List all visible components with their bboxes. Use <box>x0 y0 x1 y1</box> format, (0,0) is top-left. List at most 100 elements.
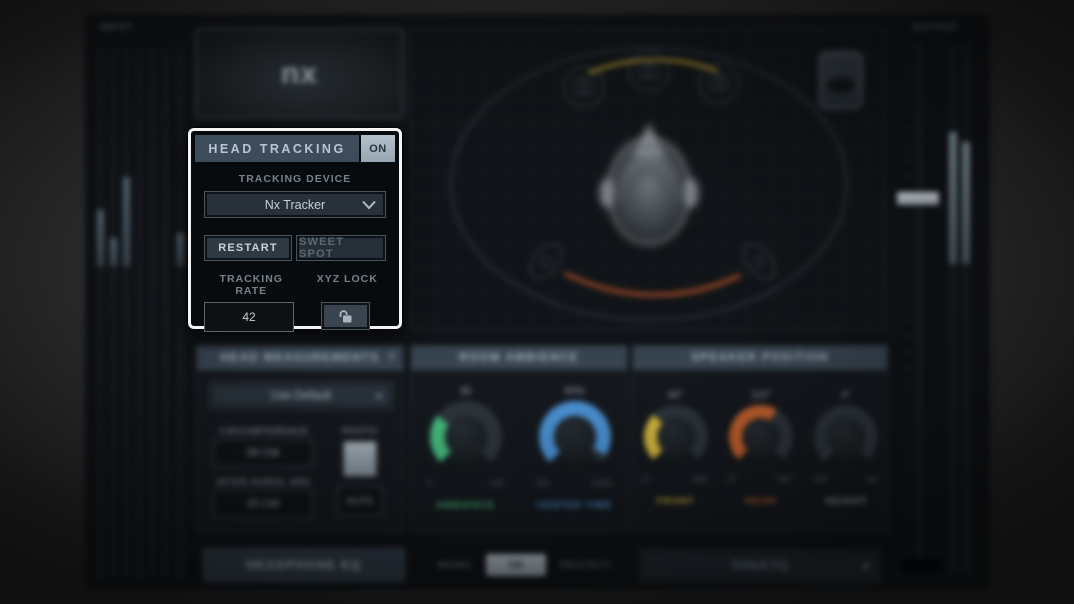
head-tracking-title: HEAD TRACKING <box>195 135 359 162</box>
knob-max: 100 <box>489 478 503 488</box>
room-ambience-title: ROOM AMBIENCE <box>459 352 578 364</box>
nx-logo-box: nx <box>195 28 404 119</box>
nx-logo: nx <box>281 57 318 91</box>
auto-button[interactable]: AUTO <box>337 486 383 516</box>
room-ambience-header: ROOM AMBIENCE <box>411 346 627 370</box>
listener-head <box>599 123 699 244</box>
rear-caption: REAR <box>746 496 777 507</box>
output-meter-level <box>949 132 957 264</box>
inter-aural-label: INTER-AURAL ARC <box>205 477 323 487</box>
protect-label[interactable]: PROTECT <box>560 560 612 571</box>
xyz-lock-label: XYZ LOCK <box>309 273 387 297</box>
tracking-device-dropdown[interactable]: Nx Tracker <box>204 191 386 218</box>
rear-knob-block: 110° 0° 180° REAR <box>728 390 794 507</box>
head-tracking-buttons: RESTART SWEET SPOT <box>204 235 386 261</box>
front-knob-block: 60° 0° 180° FRONT <box>643 390 709 507</box>
ambience-caption: AMBIENCE <box>436 500 495 511</box>
output-meter <box>962 44 970 574</box>
center-time-knob[interactable] <box>539 401 611 473</box>
room-ambience-panel: ROOM AMBIENCE 30 0 100 AMBIENCE <box>410 345 628 532</box>
speaker-front-left <box>564 67 604 107</box>
center-time-knob-block: 50% 0% 100% CENTER TIME <box>537 386 613 511</box>
headphone-eq-button[interactable]: HEADPHONE EQ <box>203 548 405 582</box>
tracking-device-label: TRACKING DEVICE <box>191 173 399 185</box>
head-measurements-title: HEAD MEASUREMENTS <box>220 352 379 364</box>
input-meter-level <box>123 177 130 266</box>
on-toggle[interactable]: ON <box>486 554 546 576</box>
center-time-caption: CENTER TIME <box>537 500 612 511</box>
speaker-center <box>629 51 669 91</box>
knob-min: 0% <box>537 478 549 488</box>
head-tracking-panel: HEAD TRACKING ON TRACKING DEVICE Nx Trac… <box>188 128 402 329</box>
headphone-model-dropdown[interactable]: Default EQ ∨ <box>640 550 880 582</box>
front-value: 60° <box>668 390 683 401</box>
rear-knob[interactable] <box>729 405 793 469</box>
output-meter-level <box>962 142 970 264</box>
sweet-spot-button[interactable]: SWEET SPOT <box>296 235 386 261</box>
output-value-box[interactable] <box>897 556 947 576</box>
circumference-value[interactable]: 58 CM <box>213 439 313 467</box>
chevron-down-icon: ∨ <box>375 389 383 402</box>
height-caption: HEIGHT <box>825 496 867 507</box>
head-measurements-header: HEAD MEASUREMENTS ? <box>197 346 403 370</box>
head-preset-value: Use Default <box>271 390 331 402</box>
head-visualization <box>411 29 884 329</box>
head-tracking-on-toggle[interactable]: ON <box>361 135 395 162</box>
head-visualization-panel <box>410 28 885 330</box>
input-meter <box>177 48 184 578</box>
mono-label[interactable]: MONO <box>438 560 472 571</box>
knob-min: 0 <box>428 478 433 488</box>
tracking-rate-value[interactable]: 42 <box>204 302 294 332</box>
head-measurements-panel: HEAD MEASUREMENTS ? Use Default ∨ CIRCUM… <box>196 345 404 532</box>
output-meter <box>949 44 957 574</box>
ambience-knob-block: 30 0 100 AMBIENCE <box>428 386 504 511</box>
speaker-rear-left <box>524 238 568 284</box>
rear-value: 110° <box>751 390 771 401</box>
input-meters-label: INPUT <box>99 22 134 32</box>
tracking-device-value: Nx Tracker <box>265 198 325 212</box>
chevron-down-icon: ∨ <box>862 560 870 573</box>
knob-min: 0° <box>643 474 651 484</box>
inter-aural-value[interactable]: 25 CM <box>213 490 313 518</box>
input-meter <box>110 48 117 578</box>
output-fader-track[interactable] <box>918 44 921 574</box>
head-tracking-header: HEAD TRACKING ON <box>195 135 395 162</box>
knob-min: -90° <box>813 474 829 484</box>
input-meter-level <box>97 210 104 266</box>
head-preset-dropdown[interactable]: Use Default ∨ <box>209 382 393 409</box>
knob-max: 90° <box>866 474 879 484</box>
headphone-model-value: Default EQ <box>732 560 788 572</box>
speaker-front-right <box>699 63 739 103</box>
speaker-rear-right <box>737 238 781 284</box>
help-icon[interactable]: ? <box>388 350 395 364</box>
input-meter-level <box>177 233 184 266</box>
front-caption: FRONT <box>657 496 695 507</box>
input-meter <box>162 48 169 578</box>
blurred-background-layer: INPUT nx <box>0 0 1074 604</box>
unlock-icon <box>337 309 354 324</box>
output-fader-handle[interactable] <box>897 192 939 205</box>
ambience-value: 30 <box>460 386 471 397</box>
xyz-lock-button[interactable] <box>321 302 370 330</box>
ambience-knob[interactable] <box>430 401 502 473</box>
front-knob[interactable] <box>644 405 708 469</box>
knob-max: 100% <box>591 478 613 488</box>
input-meter-level <box>110 238 117 266</box>
height-knob-block: 0° -90° 90° HEIGHT <box>813 390 879 507</box>
restart-button[interactable]: RESTART <box>204 235 292 261</box>
center-time-value: 50% <box>564 386 584 397</box>
camera-icon[interactable] <box>819 51 863 109</box>
input-meter <box>123 48 130 578</box>
output-label: OUTPUT <box>913 22 959 32</box>
input-meter <box>136 48 143 578</box>
photo-label: PHOTO <box>335 426 385 436</box>
knob-min: 0° <box>728 474 736 484</box>
speaker-position-title: SPEAKER POSITION <box>691 352 829 364</box>
photo-camera-button[interactable] <box>343 441 377 477</box>
knob-max: 180° <box>776 474 794 484</box>
nx-plugin-screenshot: INPUT nx <box>0 0 1074 604</box>
chevron-down-icon <box>362 200 376 209</box>
height-knob[interactable] <box>814 405 878 469</box>
circumference-label: CIRCUMFERENCE <box>205 426 323 436</box>
speaker-position-panel: SPEAKER POSITION 60° 0° 180° FRONT <box>632 345 888 532</box>
